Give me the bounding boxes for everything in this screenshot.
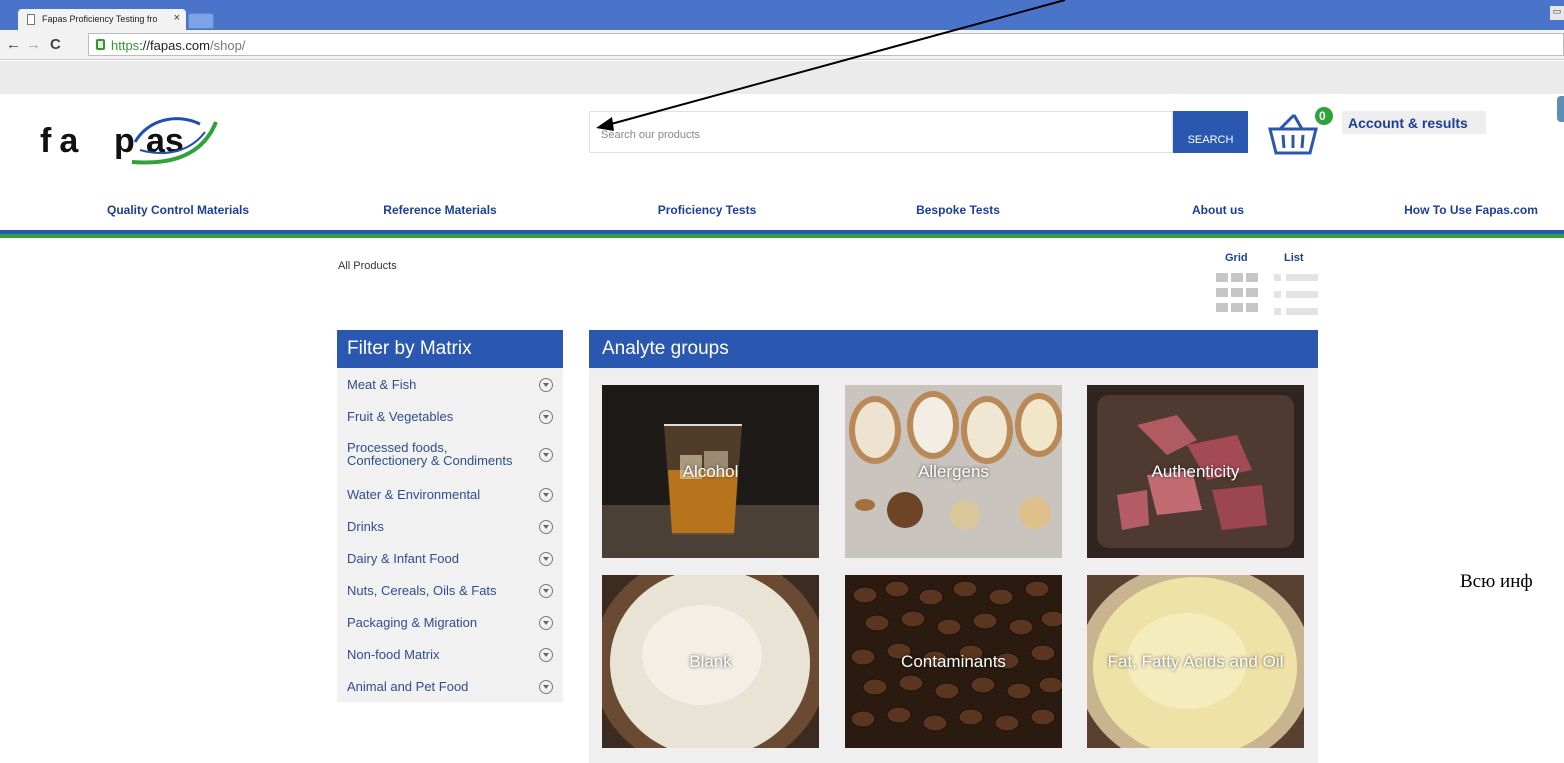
- filter-item-label: Meat & Fish: [347, 377, 417, 392]
- nav-about-us[interactable]: About us: [1192, 203, 1244, 217]
- forward-arrow-icon[interactable]: →: [26, 36, 41, 53]
- chevron-down-icon[interactable]: [539, 410, 553, 424]
- tab-title: Fapas Proficiency Testing fro: [42, 14, 158, 24]
- tile-label: Allergens: [918, 462, 989, 481]
- nav-reference-materials[interactable]: Reference Materials: [383, 203, 496, 217]
- analyte-tile-blank[interactable]: Blank: [602, 575, 819, 748]
- filter-by-matrix-panel: Filter by Matrix Meat & Fish Fruit & Veg…: [337, 330, 563, 702]
- url-host: ://fapas.com: [139, 38, 210, 53]
- grid-view-icon[interactable]: [1216, 273, 1260, 317]
- list-view-icon[interactable]: [1274, 273, 1318, 317]
- filter-title: Filter by Matrix: [337, 330, 563, 368]
- chevron-down-icon[interactable]: [539, 520, 553, 534]
- svg-text:p: p: [114, 122, 135, 160]
- analyte-groups-title: Analyte groups: [589, 330, 1318, 368]
- nav-quality-control-materials[interactable]: Quality Control Materials: [107, 203, 249, 217]
- lock-icon: [96, 39, 105, 50]
- browser-tab[interactable]: Fapas Proficiency Testing fro ×: [18, 9, 186, 30]
- tile-label: Contaminants: [901, 652, 1006, 671]
- filter-item-label: Packaging & Migration: [347, 615, 478, 630]
- main-nav: Quality Control Materials Reference Mate…: [0, 203, 1564, 223]
- basket-button[interactable]: 0: [1266, 107, 1336, 159]
- analyte-tile-alcohol[interactable]: Alcohol: [602, 385, 819, 558]
- url-path: /shop/: [210, 38, 246, 53]
- nav-divider-accent: [0, 234, 1564, 238]
- svg-text:fa: fa: [40, 122, 86, 160]
- window-control-icon[interactable]: ▭: [1550, 6, 1564, 20]
- search-button[interactable]: SEARCH: [1173, 111, 1248, 153]
- side-widget-icon[interactable]: [1557, 96, 1564, 122]
- nav-proficiency-tests[interactable]: Proficiency Tests: [658, 203, 756, 217]
- new-tab-button[interactable]: [188, 13, 214, 29]
- filter-item-label: Animal and Pet Food: [347, 679, 469, 694]
- analyte-tile-allergens[interactable]: Allergens: [845, 385, 1062, 558]
- chevron-down-icon[interactable]: [539, 584, 553, 598]
- filter-item-label: Water & Environmental: [347, 487, 481, 502]
- nav-how-to-use[interactable]: How To Use Fapas.com: [1404, 203, 1538, 217]
- tab-close-icon[interactable]: ×: [174, 12, 180, 24]
- page-icon: [27, 14, 35, 25]
- chevron-down-icon[interactable]: [539, 448, 553, 462]
- reload-icon[interactable]: C: [50, 36, 61, 53]
- chevron-down-icon[interactable]: [539, 552, 553, 566]
- analyte-groups-panel: Analyte groups Alcohol Allergens Authent…: [589, 330, 1318, 763]
- chevron-down-icon[interactable]: [539, 648, 553, 662]
- filter-item-label: Processed foods, Confectionery & Condime…: [347, 440, 513, 468]
- side-text: Всю инф: [1460, 571, 1533, 592]
- bookmarks-bar: [0, 61, 1564, 94]
- browser-tab-strip: Fapas Proficiency Testing fro × ▭: [0, 0, 1564, 30]
- fapas-logo[interactable]: fa p as: [40, 112, 230, 168]
- chevron-down-icon[interactable]: [539, 680, 553, 694]
- chevron-down-icon[interactable]: [539, 616, 553, 630]
- grid-view-label[interactable]: Grid: [1225, 252, 1248, 264]
- filter-item-label: Dairy & Infant Food: [347, 551, 459, 566]
- back-arrow-icon[interactable]: ←: [6, 36, 21, 53]
- nav-bespoke-tests[interactable]: Bespoke Tests: [916, 203, 1000, 217]
- tile-label: Fat, Fatty Acids and Oil: [1107, 652, 1284, 671]
- analyte-tile-contaminants[interactable]: Contaminants: [845, 575, 1062, 748]
- svg-text:as: as: [146, 122, 184, 160]
- browser-toolbar: ← → C https://fapas.com/shop/: [0, 30, 1564, 60]
- tile-label: Alcohol: [682, 462, 739, 481]
- tile-label: Authenticity: [1151, 462, 1240, 481]
- filter-item-label: Nuts, Cereals, Oils & Fats: [347, 583, 497, 598]
- filter-item-label: Fruit & Vegetables: [347, 409, 454, 424]
- url-scheme: https: [111, 38, 140, 53]
- tile-label: Blank: [689, 652, 732, 671]
- list-view-label[interactable]: List: [1284, 252, 1304, 264]
- account-link[interactable]: Account & results: [1342, 111, 1486, 134]
- filter-item-label: Non-food Matrix: [347, 647, 440, 662]
- search-input[interactable]: Search our products: [589, 111, 1173, 153]
- filter-item-label: Drinks: [347, 519, 384, 534]
- analyte-tile-authenticity[interactable]: Authenticity: [1087, 385, 1304, 558]
- analyte-tile-fat-fatty-acids-oil[interactable]: Fat, Fatty Acids and Oil: [1087, 575, 1304, 748]
- address-bar[interactable]: https://fapas.com/shop/: [88, 33, 1564, 56]
- chevron-down-icon[interactable]: [539, 378, 553, 392]
- chevron-down-icon[interactable]: [539, 488, 553, 502]
- cart-count: 0: [1319, 109, 1326, 123]
- breadcrumb[interactable]: All Products: [338, 260, 397, 272]
